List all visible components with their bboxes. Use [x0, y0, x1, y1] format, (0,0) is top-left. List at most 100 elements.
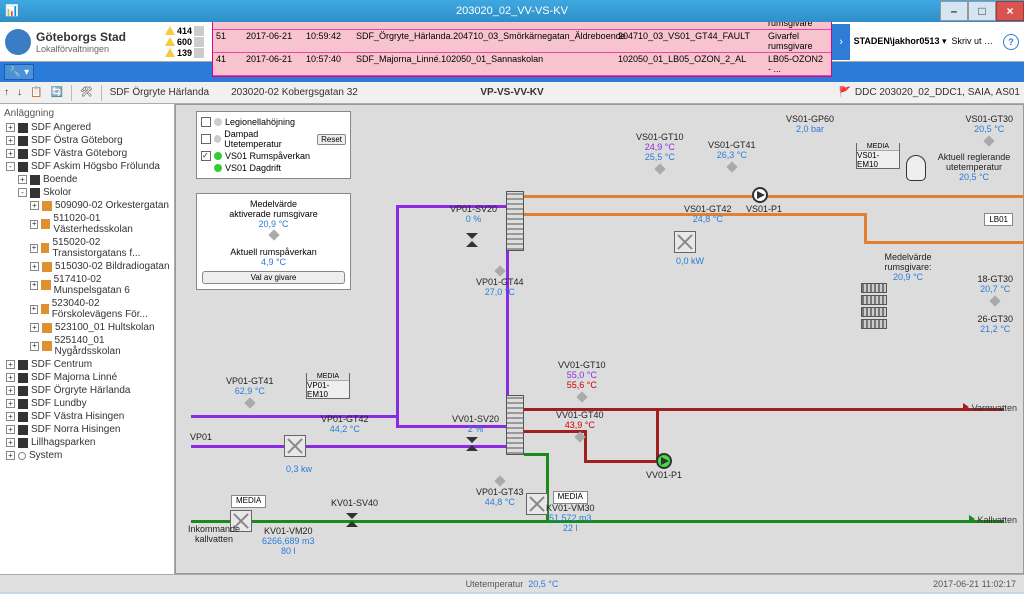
sensor-vp01-gt42[interactable]: VP01-GT4244,2 °C	[321, 415, 369, 435]
tree-item[interactable]: -Skolor	[2, 186, 172, 199]
sensor-vp01-gt43[interactable]: VP01-GT4344,8 °C	[476, 475, 524, 508]
expand-icon[interactable]: +	[18, 175, 27, 184]
select-sensor-button[interactable]: Val av givare	[202, 271, 345, 284]
alarm-row[interactable]: 512017-06-2110:59:42SDF_Örgryte_Härlanda…	[213, 30, 831, 53]
tree-item[interactable]: +515020-02 Transistorgatans f...	[2, 236, 172, 260]
help-icon[interactable]: ?	[1003, 34, 1019, 50]
tree-item[interactable]: +SDF Lundby	[2, 397, 172, 410]
expand-icon[interactable]: +	[30, 220, 38, 229]
expansion-vessel[interactable]	[906, 155, 926, 181]
tree-sidebar[interactable]: Anläggning +SDF Angered+SDF Östra Götebo…	[0, 104, 175, 574]
expand-icon[interactable]: +	[30, 244, 38, 253]
pump-vv01-p1[interactable]	[656, 453, 672, 469]
tree-item[interactable]: +SDF Centrum	[2, 358, 172, 371]
tree-item[interactable]: +517410-02 Munspelsgatan 6	[2, 273, 172, 297]
sensor-vs01-gt41[interactable]: VS01-GT4126,3 °C	[708, 141, 756, 174]
tree-item[interactable]: +523100_01 Hultskolan	[2, 321, 172, 334]
sensor-vv01-gt10[interactable]: VV01-GT1055,0 °C55,6 °C	[558, 361, 606, 404]
sensor-18-gt30[interactable]: 18-GT3020,7 °C	[977, 275, 1013, 308]
flag-icon[interactable]: 🚩	[838, 87, 850, 98]
cooler-icon[interactable]	[674, 231, 696, 253]
process-canvas[interactable]: Legionellahöjning Dampad UtetemperaturRe…	[175, 104, 1024, 574]
sensor-vs01-gt30[interactable]: VS01-GT3020,5 °C	[965, 115, 1013, 148]
tree-item[interactable]: +525140_01 Nygårdsskolan	[2, 334, 172, 358]
checkbox[interactable]	[201, 134, 211, 144]
tree-item[interactable]: +SDF Norra Hisingen	[2, 423, 172, 436]
breadcrumb-1[interactable]: SDF Örgryte Härlanda	[110, 87, 209, 98]
component-vs01-em10[interactable]: MEDIA VS01-EM10	[856, 143, 900, 169]
expand-icon[interactable]: +	[6, 136, 15, 145]
tools-menu-button[interactable]: 🔧 ▾	[4, 64, 34, 80]
valve-kv01-sv40[interactable]	[346, 513, 360, 527]
pump-vs01-p1[interactable]	[752, 187, 768, 203]
expand-icon[interactable]: +	[30, 262, 39, 271]
tree-item[interactable]: +Lillhagsparken	[2, 436, 172, 449]
expand-icon[interactable]: +	[6, 123, 15, 132]
sensor-vv01-sv20[interactable]: VV01-SV202 %	[452, 415, 499, 435]
expand-icon[interactable]: +	[6, 373, 15, 382]
tree-item[interactable]: +SDF Angered	[2, 121, 172, 134]
reset-button[interactable]: Reset	[317, 134, 346, 145]
sensor-kv01-vm30[interactable]: MEDIAKV01-VM3051,572 m322 l	[546, 491, 595, 533]
cooler-icon[interactable]	[284, 435, 306, 457]
tree-item[interactable]: +Boende	[2, 173, 172, 186]
nav-down-icon[interactable]: ↓	[17, 87, 22, 98]
expand-icon[interactable]: +	[6, 399, 15, 408]
expand-icon[interactable]: -	[18, 188, 27, 197]
sensor-vp01-gt41[interactable]: VP01-GT4162,9 °C	[226, 377, 274, 410]
expand-icon[interactable]: +	[6, 412, 15, 421]
sensor-vv01-gt40[interactable]: VV01-GT4043,9 °C	[556, 411, 604, 444]
user-chip[interactable]: STADEN\jakhor0513 ▾ Skriv ut …	[854, 36, 993, 47]
tree-item[interactable]: +SDF Östra Göteborg	[2, 134, 172, 147]
sensor-vs01-gt10[interactable]: VS01-GT1024,9 °C25,5 °C	[636, 133, 684, 176]
tree-item[interactable]: +523040-02 Förskolevägens För...	[2, 297, 172, 321]
tools-icon[interactable]: 🛠	[80, 87, 93, 98]
maximize-button[interactable]: □	[968, 1, 996, 21]
expand-icon[interactable]: +	[30, 281, 38, 290]
tree-item[interactable]: +SDF Västra Göteborg	[2, 147, 172, 160]
sensor-vs01-gt42[interactable]: VS01-GT4224,8 °C	[684, 205, 732, 225]
ddc-label[interactable]: DDC 203020_02_DDC1, SAIA, AS01	[855, 87, 1020, 98]
sensor-26-gt30[interactable]: 26-GT3021,2 °C	[977, 315, 1013, 335]
expand-icon[interactable]: +	[30, 342, 39, 351]
heat-exchanger[interactable]	[506, 191, 524, 251]
expand-icon[interactable]: +	[6, 451, 15, 460]
valve[interactable]	[466, 233, 480, 247]
expand-icon[interactable]: -	[6, 162, 15, 171]
tree-item[interactable]: +509090-02 Orkestergatan	[2, 199, 172, 212]
minimize-button[interactable]: –	[940, 1, 968, 21]
component-vp01-em10[interactable]: MEDIA VP01-EM10	[306, 373, 350, 399]
expand-icon[interactable]: +	[6, 425, 15, 434]
expand-icon[interactable]: +	[30, 201, 39, 210]
nav-up-icon[interactable]: ↑	[4, 87, 9, 98]
refresh-icon[interactable]: 🔄	[50, 87, 62, 98]
expand-icon[interactable]: +	[6, 149, 15, 158]
lb01-button[interactable]: LB01	[984, 213, 1013, 226]
sensor-vs01-gp60[interactable]: VS01-GP602,0 bar	[786, 115, 834, 135]
breadcrumb-2[interactable]: 203020-02 Kobergsgatan 32	[231, 87, 358, 98]
tree-item[interactable]: -SDF Askim Högsbo Frölunda	[2, 160, 172, 173]
expand-icon[interactable]: +	[6, 386, 15, 395]
expand-icon[interactable]: +	[6, 360, 15, 369]
tree-item[interactable]: +SDF Västra Hisingen	[2, 410, 172, 423]
tree-item[interactable]: +SDF Majorna Linné	[2, 371, 172, 384]
expand-icon[interactable]: +	[30, 305, 38, 314]
copy-icon[interactable]: 📋	[30, 87, 42, 98]
close-button[interactable]: ×	[996, 1, 1024, 21]
sensor-vp01-gt44[interactable]: VP01-GT4427,0 °C	[476, 265, 524, 298]
sensor-kv01-vm20[interactable]: KV01-VM206266,689 m380 l	[262, 527, 315, 557]
alarm-next-button[interactable]: ›	[832, 24, 850, 60]
expand-icon[interactable]: +	[6, 438, 15, 447]
tree-item[interactable]: +System	[2, 449, 172, 462]
checkbox[interactable]	[201, 117, 211, 127]
expand-icon[interactable]: +	[30, 323, 39, 332]
tree-item[interactable]: +515030-02 Bildradiogatan	[2, 260, 172, 273]
valve[interactable]	[466, 437, 480, 451]
heat-exchanger[interactable]	[506, 395, 524, 455]
alarm-row[interactable]: 412017-06-2110:57:40SDF_Majorna_Linné.10…	[213, 53, 831, 76]
sensor-vp01-sv20[interactable]: VP01-SV200 %	[450, 205, 497, 225]
tree-item[interactable]: +511020-01 Västerhedsskolan	[2, 212, 172, 236]
cooler-icon[interactable]	[526, 493, 548, 515]
tree-item[interactable]: +SDF Örgryte Härlanda	[2, 384, 172, 397]
checkbox[interactable]	[201, 151, 211, 161]
